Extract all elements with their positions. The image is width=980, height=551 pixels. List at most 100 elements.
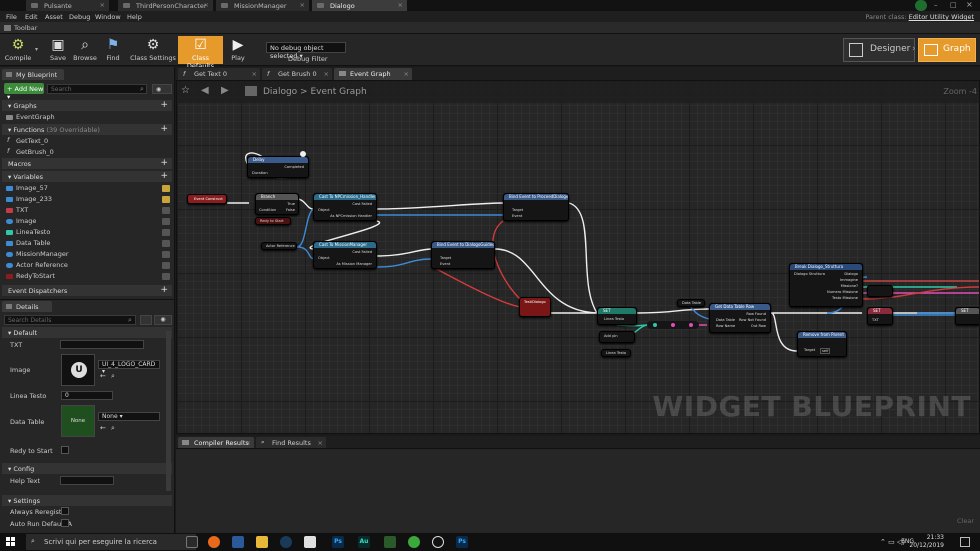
minimize-icon[interactable]: –	[934, 1, 938, 9]
graph-tab-eventgraph[interactable]: Event Graph ×	[334, 68, 412, 80]
variable-item[interactable]: LineaTesto	[6, 227, 172, 238]
source-control-icon[interactable]	[915, 0, 927, 11]
browse-search-icon[interactable]: ⌕	[111, 372, 115, 381]
data-table-thumbnail[interactable]: None	[61, 405, 95, 437]
node-get-data-table-row[interactable]: Get Data Table Row Data Table Row Name R…	[709, 303, 771, 333]
add-macro-icon[interactable]: +	[160, 158, 168, 168]
doc-tab-pulsante[interactable]: Pulsante ×	[26, 0, 110, 11]
node-bind-proceeddialoge[interactable]: Bind Event to ProceedDialoge Target Even…	[503, 193, 569, 221]
graph-tab-gettext[interactable]: f Get Text 0 ×	[178, 68, 260, 80]
redy-to-start-checkbox[interactable]	[61, 446, 69, 454]
view-options-button[interactable]: ◉	[152, 84, 172, 94]
eye-icon[interactable]	[162, 218, 170, 225]
file-explorer-icon[interactable]	[256, 536, 268, 548]
variable-item[interactable]: MissionManager	[6, 249, 172, 260]
media-player-icon[interactable]	[304, 536, 316, 548]
menu-window[interactable]: Window	[95, 13, 121, 21]
windows-start-icon[interactable]	[6, 537, 16, 547]
edge-icon[interactable]	[232, 536, 244, 548]
details-scrollbar[interactable]	[166, 331, 171, 491]
property-matrix-button[interactable]	[140, 315, 152, 325]
variable-item[interactable]: Data Table	[6, 238, 172, 249]
compile-options-arrow-icon[interactable]: ▾	[35, 46, 38, 53]
macros-section[interactable]: Macros +	[2, 158, 172, 169]
menu-edit[interactable]: Edit	[25, 13, 38, 21]
node-get-actor-reference[interactable]: Actor Reference	[261, 242, 297, 250]
always-reregister-checkbox[interactable]	[61, 507, 69, 515]
eye-icon[interactable]	[162, 273, 170, 280]
auto-run-checkbox[interactable]	[61, 519, 69, 527]
taskbar-clock[interactable]: 21:33 20/12/2019	[909, 534, 944, 550]
close-icon[interactable]: ×	[324, 70, 329, 78]
close-icon[interactable]: ×	[252, 70, 257, 78]
debug-object-select[interactable]: No debug object selected ▾	[266, 42, 346, 60]
variable-item[interactable]: RedyToStart	[6, 271, 172, 282]
image-asset-select[interactable]: UI_4_LOGO_CARD ▾	[98, 360, 160, 375]
eye-icon[interactable]	[162, 240, 170, 247]
node-set-linea-testo[interactable]: SET Linea Testo	[597, 307, 637, 325]
node-break-dialogo-struttura[interactable]: Break Dialogo_Struttura Dialogo Struttur…	[789, 263, 863, 307]
node-event-construct[interactable]: Event Construct	[187, 194, 227, 204]
node-get-linea-testo[interactable]: Linea Testo	[601, 349, 631, 357]
node-cast-npcmission-handler[interactable]: Cast To NPCmission_Handler Object Cast F…	[313, 193, 377, 221]
app-icon[interactable]	[408, 536, 420, 548]
play-button[interactable]: ▶ Play	[222, 36, 254, 64]
default-section[interactable]: ▾ Default	[2, 327, 172, 338]
designer-mode-button[interactable]: Designer	[843, 38, 915, 62]
parent-class-link[interactable]: Editor Utility Widget	[909, 13, 974, 21]
app-icon[interactable]	[384, 536, 396, 548]
help-text-field[interactable]	[60, 476, 114, 485]
steam-icon[interactable]	[280, 536, 292, 548]
node-add-integer[interactable]: Add pin	[599, 331, 635, 343]
close-icon[interactable]: ×	[246, 439, 251, 447]
menu-help[interactable]: Help	[127, 13, 142, 21]
node-remove-from-parent[interactable]: Remove from Parent Target self	[797, 331, 847, 357]
node-set-txt[interactable]: SET TXT	[867, 307, 893, 325]
task-view-icon[interactable]	[186, 536, 198, 548]
node-delay[interactable]: Delay Completed Duration	[247, 151, 309, 178]
event-graph-canvas[interactable]: ☆ ◀ ▶ Dialogo > Event Graph Zoom -4 Dela…	[176, 80, 980, 434]
my-blueprint-search-input[interactable]: Search	[47, 84, 147, 94]
variable-item[interactable]: TXT	[6, 205, 172, 216]
browse-search-icon[interactable]: ⌕	[111, 424, 115, 433]
close-icon[interactable]: ×	[300, 1, 305, 9]
class-settings-button[interactable]: ⚙ Class Settings	[130, 36, 176, 64]
graph-tab-getbrush[interactable]: f Get Brush 0 ×	[262, 68, 332, 80]
variable-item[interactable]: Image_233	[6, 194, 172, 205]
window-close-icon[interactable]: ×	[966, 0, 973, 9]
menu-debug[interactable]: Debug	[69, 13, 90, 21]
menu-file[interactable]: File	[6, 13, 17, 21]
eye-icon[interactable]	[162, 262, 170, 269]
data-table-select[interactable]: None ▾	[98, 412, 160, 421]
doc-tab-missionmanager[interactable]: MissionManager ×	[216, 0, 310, 11]
firefox-icon[interactable]	[208, 536, 220, 548]
graphs-section[interactable]: ▾ Graphs +	[2, 100, 172, 111]
close-icon[interactable]: ×	[100, 1, 105, 9]
details-search-input[interactable]: Search Details	[4, 315, 136, 325]
taskbar-search-input[interactable]: ⌕ Scrivi qui per eseguire la ricerca	[26, 534, 196, 550]
eye-icon[interactable]	[162, 185, 170, 192]
doc-tab-thirdpersoncharacter[interactable]: ThirdPersonCharacter ×	[118, 0, 214, 11]
close-icon[interactable]: ×	[204, 1, 209, 9]
function-item-getbrush[interactable]: f GetBrush_0	[6, 147, 172, 158]
eye-icon[interactable]	[162, 229, 170, 236]
add-graph-icon[interactable]: +	[160, 100, 168, 110]
variables-section[interactable]: ▾ Variables +	[2, 171, 172, 182]
use-selected-arrow-icon[interactable]: ←	[100, 424, 106, 432]
close-icon[interactable]: ×	[398, 1, 403, 9]
maximize-icon[interactable]: □	[950, 1, 957, 9]
eye-icon[interactable]	[162, 207, 170, 214]
add-variable-icon[interactable]: +	[160, 171, 168, 181]
details-tab[interactable]: Details	[2, 301, 52, 312]
node-branch[interactable]: Branch True False Condition	[255, 193, 299, 215]
node-reroute-or-select[interactable]	[867, 285, 893, 297]
notification-icon[interactable]	[960, 537, 970, 547]
compile-button[interactable]: ⚙ Compile	[0, 36, 36, 64]
graph-mode-button[interactable]: Graph	[918, 38, 976, 62]
node-custom-event-testidialogo[interactable]: TestiDialogo	[519, 297, 551, 317]
variable-item[interactable]: Actor Reference	[6, 260, 172, 271]
variable-item[interactable]: Image_57	[6, 183, 172, 194]
eye-icon[interactable]	[162, 196, 170, 203]
node-set-offscreen[interactable]: SET	[955, 307, 979, 325]
graph-item-eventgraph[interactable]: EventGraph	[6, 112, 172, 123]
